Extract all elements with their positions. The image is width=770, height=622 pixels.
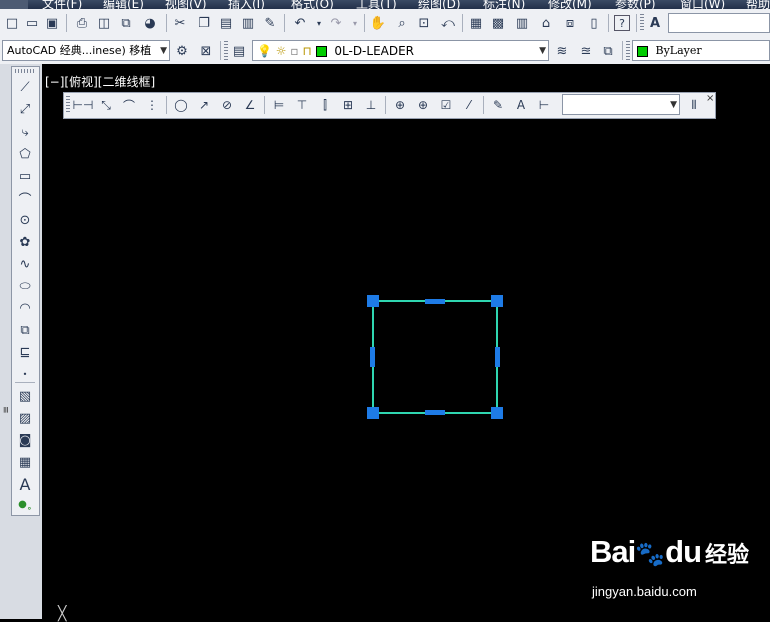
midpoint-grip[interactable] <box>370 347 375 367</box>
watermark-brand2: du <box>665 534 702 569</box>
midpoint-grip[interactable] <box>425 410 445 415</box>
corner-grip[interactable] <box>367 407 379 419</box>
selected-rectangle[interactable] <box>372 300 498 414</box>
midpoint-grip[interactable] <box>495 347 500 367</box>
watermark-brand: Bai <box>590 534 636 569</box>
ucs-icon: ╳ <box>58 606 67 622</box>
grips <box>367 295 503 419</box>
midpoint-grip[interactable] <box>425 299 445 304</box>
drawing-overlay <box>367 295 503 419</box>
watermark-cn: 经验 <box>705 542 750 567</box>
corner-grip[interactable] <box>491 407 503 419</box>
watermark-url: jingyan.baidu.com <box>592 584 697 599</box>
corner-grip[interactable] <box>367 295 379 307</box>
paw-icon: 🐾 <box>635 541 666 568</box>
baidu-watermark: Bai🐾du 经验 jingyan.baidu.com <box>590 534 750 599</box>
corner-grip[interactable] <box>491 295 503 307</box>
